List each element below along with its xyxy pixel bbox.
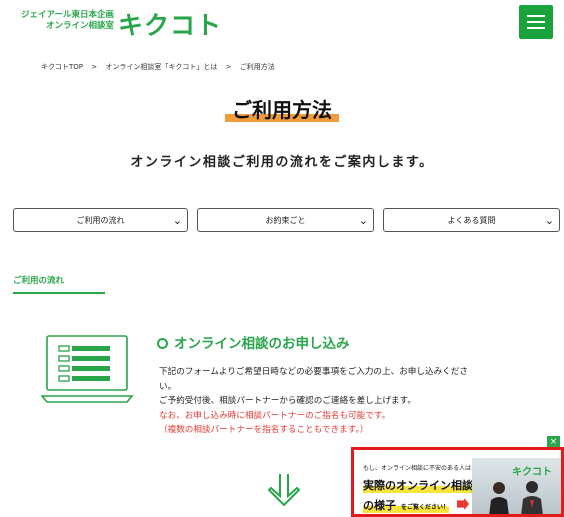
chevron-down-icon: ⌄	[358, 214, 368, 227]
step-text-line: ご予約受付後、相談パートナーから確認のご連絡を差し上げます。	[159, 396, 416, 406]
promo-banner[interactable]: もし、オンライン相談に不安のある人は 実際のオンライン相談 の様子 をご覧ください…	[351, 447, 564, 517]
ad-headline-2-text: の様子	[363, 499, 396, 512]
ad-headline: 実際のオンライン相談	[363, 477, 473, 493]
select-usage-flow-label: ご利用の流れ	[76, 215, 125, 225]
step-description: 下記のフォームよりご希望日時などの必要事項をご入力の上、お申し込みくださ い。 …	[159, 365, 545, 438]
hamburger-menu-button[interactable]	[519, 5, 553, 39]
chevron-down-icon: ⌄	[172, 214, 182, 227]
step-text-line: 下記のフォームよりご希望日時などの必要事項をご入力の上、お申し込みくださ	[159, 367, 468, 377]
breadcrumb-separator: >	[225, 63, 232, 71]
page-title-wrap: ご利用方法	[0, 94, 564, 123]
breadcrumb-separator: >	[91, 63, 98, 71]
select-faq[interactable]: よくある質問 ⌄	[383, 208, 560, 232]
step-note-line: （複数の相談パートナーを指名することもできます。）	[159, 425, 369, 435]
breadcrumb-about-link[interactable]: オンライン相談室「キクコト」とは	[105, 63, 217, 71]
brand-line-1: ジェイアール東日本企画	[21, 10, 114, 20]
circle-bullet-icon	[157, 337, 168, 349]
section-label: ご利用の流れ	[13, 276, 65, 286]
chevron-down-icon: ⌄	[544, 214, 554, 227]
pointer-arrow-icon	[457, 498, 469, 510]
section-underline	[13, 292, 105, 294]
step-note-line: なお、お申し込み時に相談パートナーのご指名も可能です。	[159, 410, 391, 421]
hamburger-icon	[527, 15, 545, 17]
ad-headline-2: の様子 をご覧ください！	[363, 497, 450, 513]
breadcrumb: キクコトTOP > オンライン相談室「キクコト」とは > ご利用方法	[41, 62, 281, 72]
step-title-text: オンライン相談のお申し込み	[174, 336, 350, 352]
breadcrumb-home-link[interactable]: キクコトTOP	[41, 63, 83, 71]
brand-line-2: オンライン相談室	[45, 21, 114, 31]
monitor-form-icon	[41, 335, 134, 403]
breadcrumb-current: ご利用方法	[239, 63, 275, 71]
site-header: ジェイアール東日本企画 オンライン相談室 キクコト	[0, 0, 564, 44]
select-promises-label: お約束ごと	[265, 215, 306, 225]
select-usage-flow[interactable]: ご利用の流れ ⌄	[13, 208, 188, 232]
brand-subtitle[interactable]: ジェイアール東日本企画 オンライン相談室	[14, 10, 114, 32]
select-promises[interactable]: お約束ごと ⌄	[197, 208, 374, 232]
hamburger-icon-bar	[527, 21, 545, 23]
ad-logo: キクコト	[512, 467, 552, 478]
site-logo[interactable]: キクコト	[118, 6, 222, 42]
ad-small-text: もし、オンライン相談に不安のある人は	[363, 465, 472, 472]
step-text-line: い。	[159, 381, 177, 392]
page-subtitle: オンライン相談ご利用の流れをご案内します。	[130, 155, 434, 170]
hamburger-icon-bar	[527, 27, 545, 29]
step-title: オンライン相談のお申し込み	[157, 332, 350, 352]
down-arrow-icon	[267, 474, 301, 507]
page-title: ご利用方法	[225, 94, 339, 123]
ad-cta-text: をご覧ください！	[401, 504, 450, 511]
select-faq-label: よくある質問	[447, 215, 496, 225]
